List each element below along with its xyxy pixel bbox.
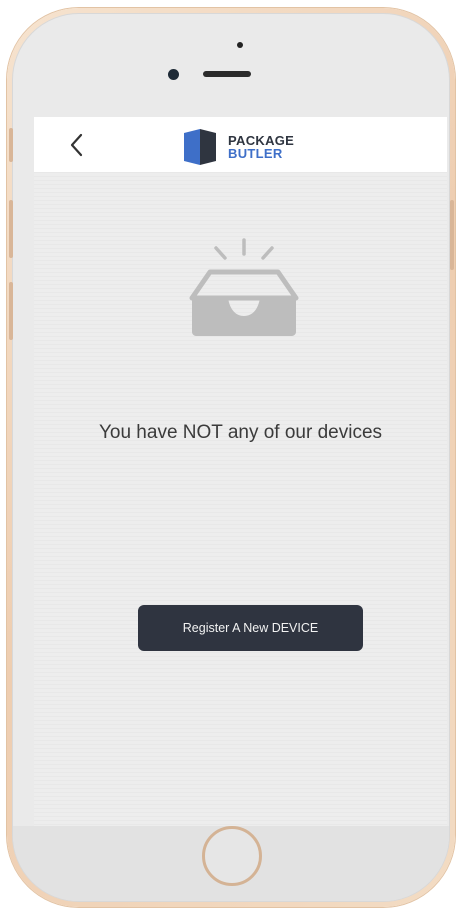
phone-frame: PACKAGE BUTLER You have NOT any of our d… [7, 8, 455, 907]
app-logo: PACKAGE BUTLER [180, 129, 320, 165]
logo-text: PACKAGE BUTLER [228, 134, 294, 160]
earpiece-speaker [203, 71, 251, 77]
volume-up-button [9, 200, 13, 258]
back-button[interactable] [64, 131, 90, 159]
app-screen: PACKAGE BUTLER You have NOT any of our d… [34, 117, 447, 832]
proximity-sensor [237, 42, 243, 48]
power-button [450, 200, 454, 270]
front-camera [168, 69, 179, 80]
empty-state-message: You have NOT any of our devices [98, 422, 383, 443]
empty-inbox-icon [189, 238, 299, 336]
nav-bar: PACKAGE BUTLER [34, 117, 447, 172]
home-button[interactable] [202, 826, 262, 886]
package-logo-icon [184, 129, 216, 165]
chevron-left-icon [70, 133, 83, 157]
register-device-button[interactable]: Register A New DEVICE [138, 605, 363, 651]
volume-down-button [9, 282, 13, 340]
logo-line-butler: BUTLER [228, 146, 283, 161]
silent-switch [9, 128, 13, 162]
phone-body: PACKAGE BUTLER You have NOT any of our d… [12, 13, 450, 902]
